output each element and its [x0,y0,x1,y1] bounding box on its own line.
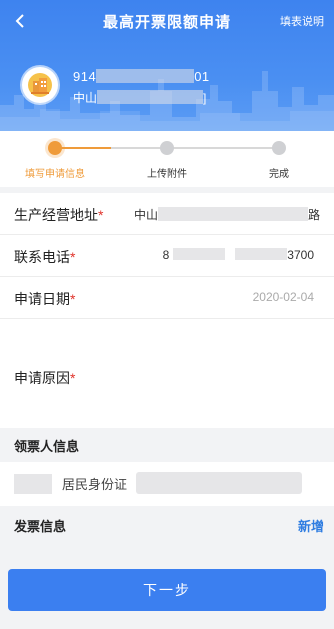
address-value-suffix: 路 [307,208,320,222]
receiver-id-type: 居民身份证 [62,477,128,492]
step-3-indicator [272,141,286,155]
step-1-indicator [48,141,62,155]
receiver-id-redacted [136,472,302,494]
next-step-button[interactable]: 下一步 [8,569,326,611]
step-connector [111,147,279,149]
address-label-text: 生产经营地址 [14,207,98,223]
required-mark: * [70,370,76,386]
step-2-label: 上传附件 [147,169,187,180]
date-label-text: 申请日期 [14,291,70,307]
step-2-indicator [160,141,174,155]
date-field[interactable]: 申请日期* 2020-02-04 [0,277,334,319]
company-avatar [22,67,58,103]
receiver-name-redacted [14,474,52,494]
reason-label: 申请原因* [14,368,75,388]
reason-label-text: 申请原因 [14,370,70,386]
step-3-label: 完成 [269,169,289,180]
required-mark: * [70,249,76,265]
receiver-item[interactable]: 居民身份证 [0,462,334,506]
phone-value-suffix: 3700 [287,248,314,262]
reason-field[interactable]: 申请原因* [0,319,334,445]
required-mark: * [98,207,104,223]
application-form: 生产经营地址* 中山路 联系电话* 8 3700 申请日期* 2020-02-04… [0,193,334,445]
company-name-suffix: ] [203,91,207,105]
date-value: 2020-02-04 [252,290,314,304]
step-connector-active [55,147,111,149]
required-mark: * [70,291,76,307]
progress-steps: 填写申请信息 上传附件 完成 [0,131,334,187]
company-id-prefix: 914 [73,69,97,84]
phone-label: 联系电话* [14,247,75,267]
phone-field[interactable]: 联系电话* 8 3700 [0,235,334,277]
date-label: 申请日期* [14,289,75,309]
company-name: 中山] [73,89,206,106]
step-1-label: 填写申请信息 [25,169,85,180]
company-name-prefix: 中山 [73,91,98,105]
receiver-section-title: 领票人信息 [14,439,80,454]
invoice-section-title: 发票信息 [14,519,67,534]
company-id-suffix: 01 [194,69,210,84]
phone-value: 8 3700 [163,248,314,262]
building-logo-icon [28,73,52,97]
phone-label-text: 联系电话 [14,249,70,265]
invoice-section-header: 发票信息 新增 [0,508,334,540]
add-invoice-button[interactable]: 新增 [298,516,324,535]
company-tax-id: 914 01 [73,69,210,84]
address-value-prefix: 中山 [133,208,158,222]
form-instructions-link[interactable]: 填表说明 [280,13,324,29]
address-field[interactable]: 生产经营地址* 中山 路 [0,193,334,235]
address-value: 中山 路 [134,206,320,223]
phone-value-prefix: 8 [162,248,170,262]
address-label: 生产经营地址* [14,205,103,225]
page-header: 最高开票限额申请 填表说明 914 01 中山] [0,0,334,131]
receiver-section-header: 领票人信息 [0,428,334,460]
